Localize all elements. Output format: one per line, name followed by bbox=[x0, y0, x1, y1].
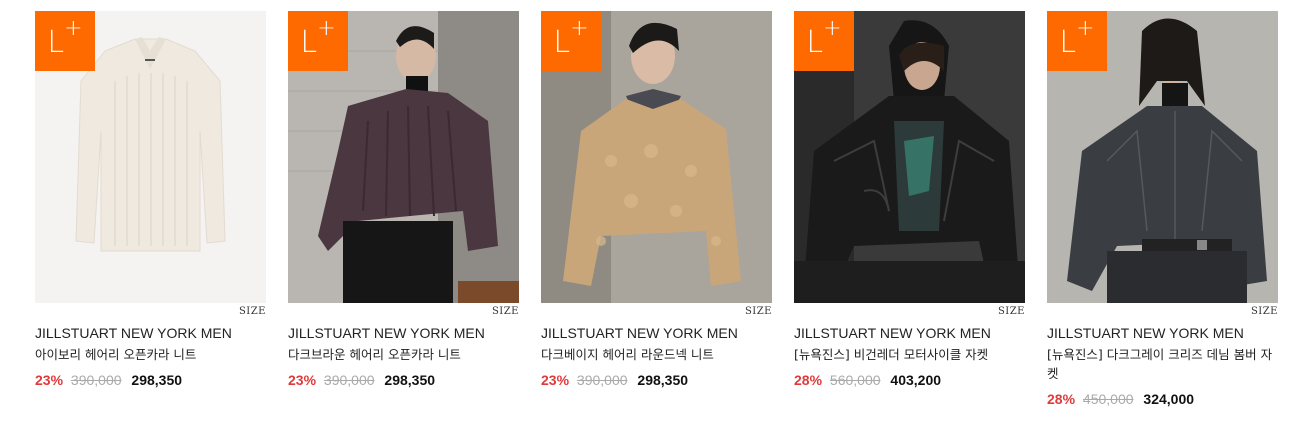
product-name[interactable]: 다크베이지 헤어리 라운드넥 니트 bbox=[541, 345, 772, 364]
size-label[interactable]: SIZE bbox=[794, 306, 1025, 320]
discount-rate: 23% bbox=[541, 372, 570, 388]
price-row: 23% 390,000 298,350 bbox=[541, 371, 772, 389]
sale-price: 324,000 bbox=[1143, 391, 1195, 407]
product-name[interactable]: [뉴욕진스] 비건레더 모터사이클 자켓 bbox=[794, 345, 1025, 364]
l-plus-badge: L+ bbox=[35, 11, 95, 71]
product-brand: JILLSTUART NEW YORK MEN bbox=[1047, 325, 1244, 341]
product-card[interactable]: L+ SIZE JILLSTUART NEW YORK MEN [뉴욕진스] 다… bbox=[1047, 11, 1278, 408]
size-label[interactable]: SIZE bbox=[1047, 306, 1278, 320]
sale-price: 298,350 bbox=[637, 372, 689, 388]
sale-price: 298,350 bbox=[131, 372, 183, 388]
product-card[interactable]: L+ SIZE JILLSTUART NEW YORK MEN 아이보리 헤어리… bbox=[35, 11, 266, 408]
product-card[interactable]: L+ SIZE JILLSTUART NEW YORK MEN 다크브라운 헤어… bbox=[288, 11, 519, 408]
product-brand: JILLSTUART NEW YORK MEN bbox=[35, 325, 232, 341]
product-image[interactable]: L+ bbox=[541, 11, 772, 303]
product-brand: JILLSTUART NEW YORK MEN bbox=[541, 325, 738, 341]
product-name[interactable]: 다크브라운 헤어리 오픈카라 니트 bbox=[288, 345, 519, 364]
product-card[interactable]: L+ SIZE JILLSTUART NEW YORK MEN 다크베이지 헤어… bbox=[541, 11, 772, 408]
price-row: 23% 390,000 298,350 bbox=[35, 371, 266, 389]
product-brand: JILLSTUART NEW YORK MEN bbox=[794, 325, 991, 341]
product-card[interactable]: L+ SIZE JILLSTUART NEW YORK MEN [뉴욕진스] 비… bbox=[794, 11, 1025, 408]
product-image[interactable]: L+ bbox=[1047, 11, 1278, 303]
product-grid: L+ SIZE JILLSTUART NEW YORK MEN 아이보리 헤어리… bbox=[35, 11, 1278, 408]
sale-price: 403,200 bbox=[890, 372, 942, 388]
l-plus-badge: L+ bbox=[541, 11, 601, 71]
product-name[interactable]: 아이보리 헤어리 오픈카라 니트 bbox=[35, 345, 266, 364]
product-image[interactable]: L+ bbox=[794, 11, 1025, 303]
price-row: 23% 390,000 298,350 bbox=[288, 371, 519, 389]
l-plus-badge: L+ bbox=[794, 11, 854, 71]
product-image[interactable]: L+ bbox=[288, 11, 519, 303]
original-price: 390,000 bbox=[576, 372, 628, 388]
size-label[interactable]: SIZE bbox=[541, 306, 772, 320]
original-price: 390,000 bbox=[323, 372, 375, 388]
original-price: 390,000 bbox=[70, 372, 122, 388]
size-label[interactable]: SIZE bbox=[288, 306, 519, 320]
discount-rate: 28% bbox=[1047, 391, 1076, 407]
price-row: 28% 450,000 324,000 bbox=[1047, 390, 1278, 408]
product-image[interactable]: L+ bbox=[35, 11, 266, 303]
l-plus-badge: L+ bbox=[288, 11, 348, 71]
discount-rate: 23% bbox=[35, 372, 64, 388]
product-name[interactable]: [뉴욕진스] 다크그레이 크리즈 데님 봄버 자켓 bbox=[1047, 345, 1278, 383]
sale-price: 298,350 bbox=[384, 372, 436, 388]
product-brand: JILLSTUART NEW YORK MEN bbox=[288, 325, 485, 341]
discount-rate: 28% bbox=[794, 372, 823, 388]
l-plus-badge: L+ bbox=[1047, 11, 1107, 71]
size-label[interactable]: SIZE bbox=[35, 306, 266, 320]
discount-rate: 23% bbox=[288, 372, 317, 388]
original-price: 450,000 bbox=[1082, 391, 1134, 407]
original-price: 560,000 bbox=[829, 372, 881, 388]
price-row: 28% 560,000 403,200 bbox=[794, 371, 1025, 389]
